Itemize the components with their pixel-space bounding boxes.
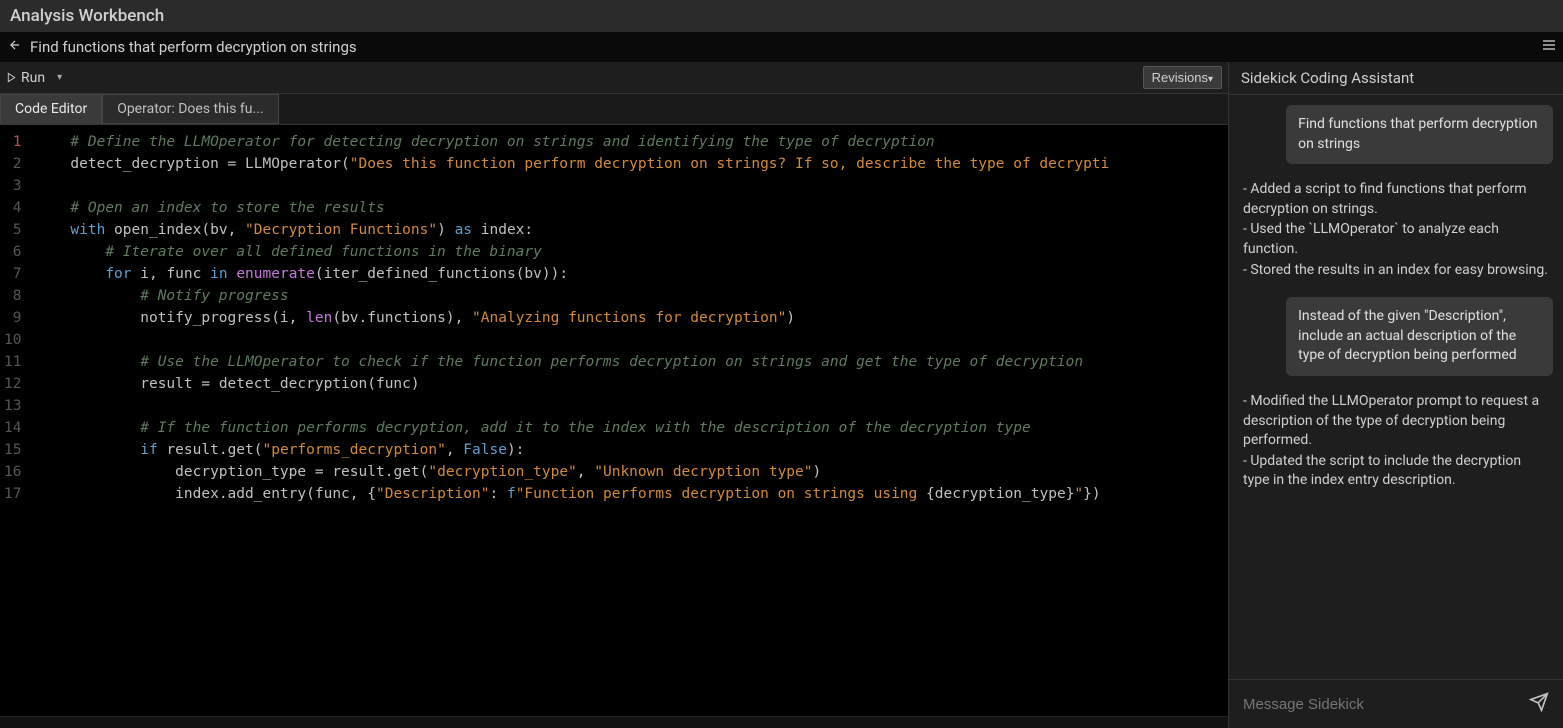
tab-label: Code Editor	[15, 101, 87, 117]
editor-toolbar: Run ▾ Revisions▾	[0, 62, 1228, 94]
code-line[interactable]: decryption_type = result.get("decryption…	[29, 461, 1228, 483]
line-number: 3	[4, 175, 21, 197]
line-number: 15	[4, 439, 21, 461]
code-line[interactable]	[29, 175, 1228, 197]
code-line[interactable]: if result.get("performs_decryption", Fal…	[29, 439, 1228, 461]
line-number: 17	[4, 483, 21, 505]
code-line[interactable]: # Iterate over all defined functions in …	[29, 241, 1228, 263]
tab-operator[interactable]: Operator: Does this fu...	[102, 94, 278, 124]
code-line[interactable]: # Notify progress	[29, 285, 1228, 307]
search-bar[interactable]: Find functions that perform decryption o…	[0, 32, 1563, 62]
code-line[interactable]: detect_decryption = LLMOperator("Does th…	[29, 153, 1228, 175]
code-line[interactable]: # If the function performs decryption, a…	[29, 417, 1228, 439]
line-number: 16	[4, 461, 21, 483]
chat-user-message: Instead of the given "Description", incl…	[1239, 297, 1553, 376]
code-line[interactable]	[29, 395, 1228, 417]
chat-input-row	[1229, 679, 1563, 728]
code-line[interactable]: notify_progress(i, len(bv.functions), "A…	[29, 307, 1228, 329]
code-line[interactable]: with open_index(bv, "Decryption Function…	[29, 219, 1228, 241]
line-number: 12	[4, 373, 21, 395]
revisions-label: Revisions	[1152, 70, 1208, 85]
search-query: Find functions that perform decryption o…	[30, 38, 357, 56]
line-number: 1	[4, 131, 21, 153]
tab-label: Operator: Does this fu...	[117, 101, 263, 117]
send-icon[interactable]	[1529, 692, 1549, 716]
back-arrow-icon[interactable]	[8, 38, 22, 56]
app-title: Analysis Workbench	[10, 6, 164, 26]
chat-assistant-message: - Modified the LLMOperator prompt to req…	[1239, 388, 1553, 496]
line-number: 13	[4, 395, 21, 417]
code-line[interactable]: # Define the LLMOperator for detecting d…	[29, 131, 1228, 153]
line-number: 14	[4, 417, 21, 439]
line-number: 2	[4, 153, 21, 175]
code-body[interactable]: # Define the LLMOperator for detecting d…	[29, 125, 1228, 716]
code-line[interactable]	[29, 329, 1228, 351]
code-line[interactable]: # Open an index to store the results	[29, 197, 1228, 219]
title-bar: Analysis Workbench	[0, 0, 1563, 32]
run-button-label: Run	[21, 70, 45, 86]
code-editor[interactable]: 1234567891011121314151617 # Define the L…	[0, 125, 1228, 716]
line-gutter: 1234567891011121314151617	[0, 125, 29, 716]
main-area: Run ▾ Revisions▾ Code Editor Operator: D…	[0, 62, 1563, 728]
line-number: 9	[4, 307, 21, 329]
horizontal-scrollbar[interactable]	[0, 716, 1228, 728]
chat-input[interactable]	[1243, 696, 1529, 713]
sidekick-panel: Sidekick Coding Assistant Find functions…	[1228, 62, 1563, 728]
hamburger-menu-icon[interactable]	[1541, 37, 1557, 57]
line-number: 10	[4, 329, 21, 351]
run-button[interactable]: Run	[6, 70, 45, 86]
code-line[interactable]: index.add_entry(func, {"Description": f"…	[29, 483, 1228, 505]
tab-code-editor[interactable]: Code Editor	[0, 94, 102, 124]
sidekick-title: Sidekick Coding Assistant	[1229, 62, 1563, 95]
code-line[interactable]: # Use the LLMOperator to check if the fu…	[29, 351, 1228, 373]
code-line[interactable]: for i, func in enumerate(iter_defined_fu…	[29, 263, 1228, 285]
chat-assistant-message: - Added a script to find functions that …	[1239, 176, 1553, 285]
run-dropdown-icon[interactable]: ▾	[57, 72, 62, 83]
line-number: 6	[4, 241, 21, 263]
editor-tabs: Code Editor Operator: Does this fu...	[0, 94, 1228, 125]
line-number: 11	[4, 351, 21, 373]
editor-pane: Run ▾ Revisions▾ Code Editor Operator: D…	[0, 62, 1228, 728]
line-number: 4	[4, 197, 21, 219]
code-line[interactable]: result = detect_decryption(func)	[29, 373, 1228, 395]
chat-messages[interactable]: Find functions that perform decryption o…	[1229, 95, 1563, 679]
line-number: 8	[4, 285, 21, 307]
chat-user-message: Find functions that perform decryption o…	[1239, 105, 1553, 164]
line-number: 5	[4, 219, 21, 241]
revisions-button[interactable]: Revisions▾	[1143, 66, 1222, 89]
line-number: 7	[4, 263, 21, 285]
